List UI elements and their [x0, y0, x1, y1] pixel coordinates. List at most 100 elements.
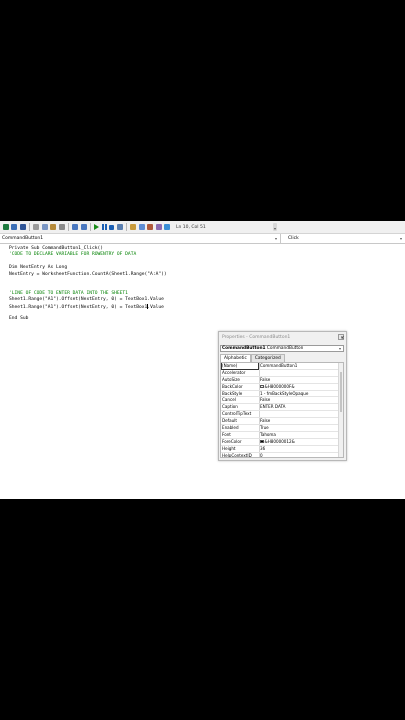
save-icon[interactable]: [19, 224, 26, 230]
properties-scrollbar[interactable]: [338, 363, 343, 457]
insert-userform-icon[interactable]: [11, 224, 17, 230]
property-value-text: CommandButton1: [260, 363, 298, 368]
property-row[interactable]: BackColor &H8000000F&: [221, 384, 343, 391]
undo-icon[interactable]: [72, 224, 78, 230]
property-row[interactable]: AutoSize False: [221, 377, 343, 384]
property-row[interactable]: HelpContextID 0: [221, 452, 343, 458]
properties-object-name: CommandButton1: [222, 346, 266, 351]
property-name: BackColor: [222, 383, 243, 389]
scrollbar-thumb[interactable]: [339, 372, 342, 412]
property-value-text: &H8000000F&: [264, 383, 295, 389]
copy-icon[interactable]: [41, 224, 48, 230]
property-value-text: False: [260, 418, 271, 424]
properties-window-title: Properties - CommandButton1: [222, 335, 291, 340]
paste-icon[interactable]: [50, 224, 56, 230]
property-name: Accelerator: [222, 369, 246, 375]
toolbar-separator: [67, 223, 69, 231]
redo-icon[interactable]: [80, 224, 87, 230]
property-name: BackStyle: [222, 390, 243, 396]
chevron-down-icon: [339, 348, 341, 350]
properties-tabs: Alphabetic Categorized: [220, 354, 285, 362]
properties-object-type: CommandButton: [266, 346, 304, 351]
tab-categorized[interactable]: Categorized: [250, 354, 285, 362]
property-row[interactable]: Enabled True: [221, 425, 343, 432]
code-line[interactable]: Sheet1.Range("A1").Offset(NextEntry, 0) …: [9, 303, 167, 310]
property-name: ForeColor: [222, 438, 242, 444]
property-row[interactable]: Caption ENTER DATA: [221, 404, 343, 412]
property-row[interactable]: Height 36: [221, 446, 343, 453]
toolbar-scroll-button[interactable]: [273, 223, 277, 231]
property-row[interactable]: ControlTipText: [221, 411, 343, 419]
property-value-text: Tahoma: [260, 431, 276, 437]
property-value[interactable]: &H8000000F&: [260, 384, 336, 390]
property-value-text: False: [260, 376, 271, 382]
property-value[interactable]: ENTER DATA: [260, 404, 336, 410]
property-row[interactable]: (Name) CommandButton1: [221, 363, 343, 370]
chevron-down-icon: [275, 237, 277, 240]
property-value[interactable]: False: [260, 418, 336, 424]
properties-icon[interactable]: [138, 224, 145, 230]
toolbox-icon[interactable]: [155, 224, 162, 230]
property-name: Caption: [222, 404, 238, 410]
code-line-text: Sheet1.Range("A1").Offset(NextEntry, 0) …: [9, 304, 148, 310]
standard-toolbar: Ln 10, Col 51: [0, 221, 405, 234]
code-line[interactable]: Sheet1.Range("A1").Offset(NextEntry, 0) …: [9, 297, 167, 303]
object-dropdown-value: CommandButton1: [2, 236, 44, 241]
property-value[interactable]: 1 - fmBackStyleOpaque: [260, 391, 336, 397]
code-line[interactable]: NextEntry = WorksheetFunction.CountA(She…: [9, 272, 167, 278]
property-row[interactable]: BackStyle 1 - fmBackStyleOpaque: [221, 391, 343, 398]
property-row[interactable]: Accelerator: [221, 370, 343, 377]
color-swatch: [260, 439, 264, 444]
cursor-position-status: Ln 10, Col 51: [176, 224, 206, 230]
run-icon[interactable]: [94, 224, 99, 230]
property-value[interactable]: False: [260, 377, 336, 383]
property-value[interactable]: 0: [260, 452, 336, 458]
properties-grid: (Name) CommandButton1 Accelerator AutoSize F…: [220, 362, 344, 458]
properties-object-dropdown[interactable]: CommandButton1 CommandButton: [220, 345, 344, 352]
property-value[interactable]: CommandButton1: [260, 363, 336, 369]
property-name: Enabled: [222, 425, 239, 431]
property-row[interactable]: Font Tahoma: [221, 432, 343, 439]
tab-alphabetic[interactable]: Alphabetic: [220, 354, 251, 362]
property-name: AutoSize: [222, 376, 240, 382]
property-row[interactable]: ForeColor &H80000012&: [221, 439, 343, 446]
cut-icon[interactable]: [33, 224, 39, 230]
find-icon[interactable]: [58, 224, 65, 230]
object-dropdown[interactable]: CommandButton1: [0, 234, 281, 243]
property-name: ControlTipText: [222, 411, 252, 417]
property-value[interactable]: Tahoma: [260, 432, 336, 438]
reset-icon[interactable]: [109, 224, 114, 230]
code-window-header: CommandButton1 Click: [0, 234, 405, 244]
property-name: Cancel: [222, 397, 236, 403]
property-value[interactable]: 36: [260, 446, 336, 452]
property-value-text: ENTER DATA: [260, 404, 286, 410]
property-row[interactable]: Default False: [221, 418, 343, 426]
property-value-text: False: [260, 397, 271, 403]
chevron-down-icon: [400, 237, 402, 240]
property-row[interactable]: Cancel False: [221, 397, 343, 405]
code-line[interactable]: End Sub: [9, 316, 167, 322]
break-icon[interactable]: [101, 224, 107, 230]
property-name: Height: [222, 445, 236, 451]
code-line-text-rest: .Value: [147, 304, 164, 310]
property-value-text: 36: [260, 445, 266, 451]
toolbar-separator: [89, 223, 91, 231]
procedure-dropdown[interactable]: Click: [286, 234, 405, 243]
help-icon[interactable]: [164, 224, 170, 230]
color-swatch: [260, 384, 264, 389]
project-explorer-icon[interactable]: [130, 224, 136, 230]
property-value-text: 0: [260, 452, 263, 458]
excel-icon[interactable]: [2, 224, 9, 230]
close-icon[interactable]: [338, 334, 344, 340]
object-browser-icon[interactable]: [147, 224, 153, 230]
property-name: Font: [222, 431, 231, 437]
property-value[interactable]: &H80000012&: [260, 439, 336, 445]
property-value[interactable]: False: [260, 397, 336, 403]
property-value-text: True: [260, 425, 269, 431]
code-editor[interactable]: Private Sub CommandButton1_Click() 'CODE …: [9, 246, 167, 323]
property-name: (Name): [221, 363, 259, 370]
property-name: Default: [222, 418, 237, 424]
toolbar-separator: [125, 223, 127, 231]
property-value[interactable]: True: [260, 425, 336, 431]
design-mode-icon[interactable]: [116, 224, 123, 230]
